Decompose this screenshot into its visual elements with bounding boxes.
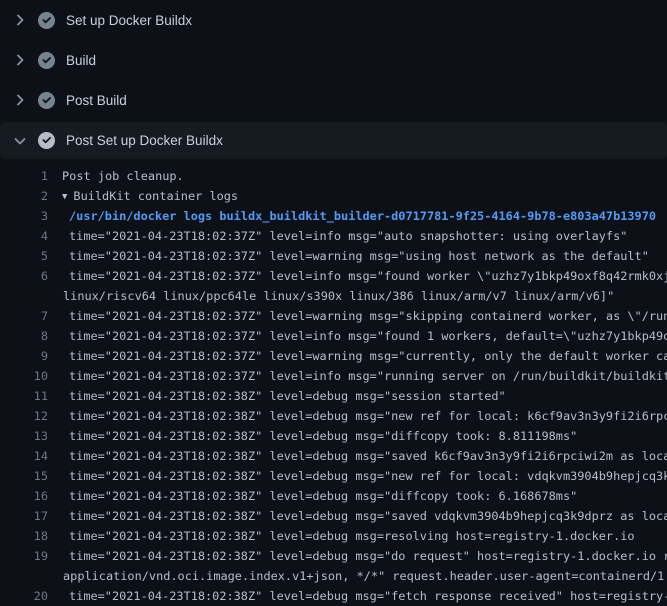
log-line: 18 time="2021-04-23T18:02:38Z" level=deb… [0,526,667,546]
line-number[interactable]: 3 [0,206,48,226]
log-text: ▼BuildKit container logs [48,186,667,206]
line-number[interactable]: 11 [0,386,48,406]
log-line: 17 time="2021-04-23T18:02:38Z" level=deb… [0,506,667,526]
line-number[interactable]: 15 [0,466,48,486]
log-line: 15 time="2021-04-23T18:02:38Z" level=deb… [0,466,667,486]
log-text: time="2021-04-23T18:02:38Z" level=debug … [48,466,667,486]
line-number[interactable]: 7 [0,306,48,326]
log-line: 8 time="2021-04-23T18:02:37Z" level=info… [0,326,667,346]
log-line: 16 time="2021-04-23T18:02:38Z" level=deb… [0,486,667,506]
line-number[interactable]: 4 [0,226,48,246]
log-line: 2 ▼BuildKit container logs [0,186,667,206]
log-text: time="2021-04-23T18:02:37Z" level=info m… [48,326,667,346]
log-line: 19 time="2021-04-23T18:02:38Z" level=deb… [0,546,667,566]
log-text: time="2021-04-23T18:02:38Z" level=debug … [48,446,667,466]
log-line: 10 time="2021-04-23T18:02:37Z" level=inf… [0,366,667,386]
log-line: linux/riscv64 linux/ppc64le linux/s390x … [0,286,667,306]
log-text: time="2021-04-23T18:02:37Z" level=warnin… [48,306,667,326]
log-text: time="2021-04-23T18:02:37Z" level=info m… [48,226,667,246]
log-line: 6 time="2021-04-23T18:02:37Z" level=info… [0,266,667,286]
line-number[interactable]: 18 [0,526,48,546]
log-text: time="2021-04-23T18:02:38Z" level=debug … [48,426,667,446]
log-text: time="2021-04-23T18:02:37Z" level=info m… [48,366,667,386]
line-number[interactable]: 19 [0,546,48,566]
log-output: 1 Post job cleanup. 2 ▼BuildKit containe… [0,159,667,606]
step-title: Post Set up Docker Buildx [66,133,223,148]
step-title: Set up Docker Buildx [66,13,192,28]
log-line: 20 time="2021-04-23T18:02:38Z" level=deb… [0,586,667,606]
log-line: 7 time="2021-04-23T18:02:37Z" level=warn… [0,306,667,326]
log-text: time="2021-04-23T18:02:38Z" level=debug … [48,506,667,526]
log-line: 4 time="2021-04-23T18:02:37Z" level=info… [0,226,667,246]
check-circle-icon [38,92,55,109]
step-row-post-setup-docker-buildx[interactable]: Post Set up Docker Buildx [0,122,667,159]
step-title: Post Build [66,93,127,108]
log-text: time="2021-04-23T18:02:37Z" level=warnin… [48,346,667,366]
line-number[interactable] [0,566,48,586]
line-number[interactable]: 2 [0,186,48,206]
log-text: time="2021-04-23T18:02:38Z" level=debug … [48,586,667,606]
line-number[interactable] [0,286,48,306]
log-line: 13 time="2021-04-23T18:02:38Z" level=deb… [0,426,667,446]
line-number[interactable]: 9 [0,346,48,366]
line-number[interactable]: 10 [0,366,48,386]
step-row-setup-docker-buildx[interactable]: Set up Docker Buildx [0,0,667,40]
log-line: 3 /usr/bin/docker logs buildx_buildkit_b… [0,206,667,226]
log-text: Post job cleanup. [48,166,667,186]
log-line: 5 time="2021-04-23T18:02:37Z" level=warn… [0,246,667,266]
chevron-right-icon [12,92,28,108]
log-text: time="2021-04-23T18:02:38Z" level=debug … [48,486,667,506]
chevron-down-icon [12,133,28,149]
log-text: time="2021-04-23T18:02:38Z" level=debug … [48,386,667,406]
steps-list: Set up Docker Buildx Build Post Build [0,0,667,159]
log-line: 12 time="2021-04-23T18:02:38Z" level=deb… [0,406,667,426]
log-text: /usr/bin/docker logs buildx_buildkit_bui… [48,206,667,226]
workflow-log-viewer: Set up Docker Buildx Build Post Build [0,0,667,606]
line-number[interactable]: 5 [0,246,48,266]
log-text: time="2021-04-23T18:02:38Z" level=debug … [48,526,667,546]
chevron-right-icon [12,52,28,68]
log-line: 14 time="2021-04-23T18:02:38Z" level=deb… [0,446,667,466]
step-row-post-build[interactable]: Post Build [0,80,667,120]
log-text: time="2021-04-23T18:02:38Z" level=debug … [48,406,667,426]
line-number[interactable]: 17 [0,506,48,526]
check-circle-icon [38,132,55,149]
log-text: time="2021-04-23T18:02:37Z" level=warnin… [48,246,667,266]
line-number[interactable]: 1 [0,166,48,186]
line-number[interactable]: 20 [0,586,48,606]
log-line: application/vnd.oci.image.index.v1+json,… [0,566,667,586]
log-line: 11 time="2021-04-23T18:02:38Z" level=deb… [0,386,667,406]
line-number[interactable]: 6 [0,266,48,286]
check-circle-icon [38,52,55,69]
log-text: time="2021-04-23T18:02:38Z" level=debug … [48,546,667,566]
line-number[interactable]: 14 [0,446,48,466]
log-text: linux/riscv64 linux/ppc64le linux/s390x … [48,286,667,306]
line-number[interactable]: 16 [0,486,48,506]
log-line: 9 time="2021-04-23T18:02:37Z" level=warn… [0,346,667,366]
line-number[interactable]: 13 [0,426,48,446]
chevron-right-icon [12,12,28,28]
group-collapse-icon[interactable]: ▼ [62,192,67,202]
step-title: Build [66,53,96,68]
log-text: time="2021-04-23T18:02:37Z" level=info m… [48,266,667,286]
line-number[interactable]: 12 [0,406,48,426]
log-text: application/vnd.oci.image.index.v1+json,… [48,566,667,586]
line-number[interactable]: 8 [0,326,48,346]
check-circle-icon [38,12,55,29]
log-line: 1 Post job cleanup. [0,166,667,186]
step-row-build[interactable]: Build [0,40,667,80]
